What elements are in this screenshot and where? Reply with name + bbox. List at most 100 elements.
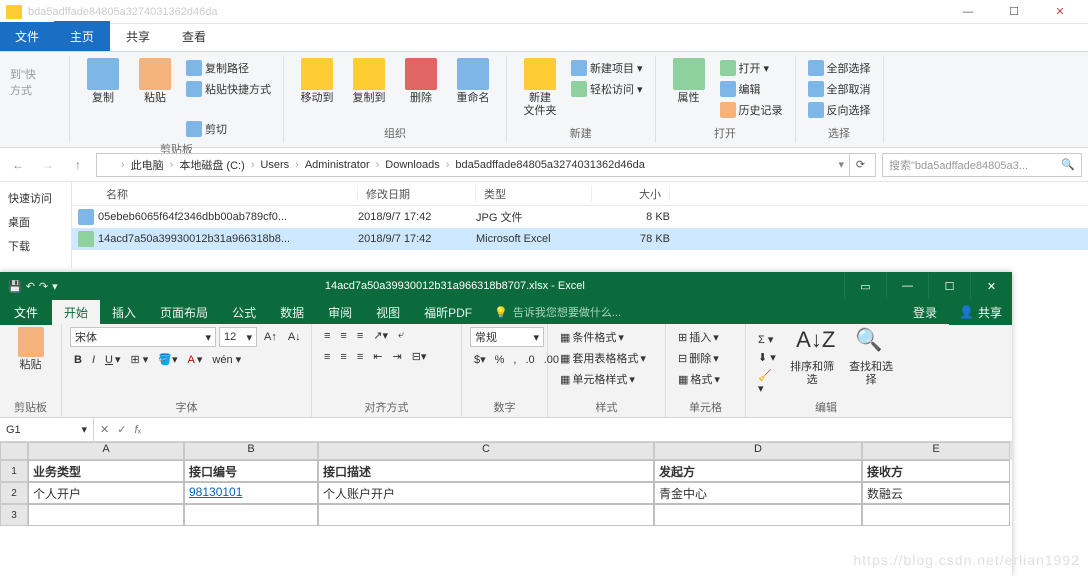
new-item-button[interactable]: 新建项目 ▾: [569, 58, 645, 78]
close-button[interactable]: ✕: [970, 273, 1012, 299]
col-header[interactable]: A: [28, 442, 184, 460]
undo-icon[interactable]: ↶: [26, 280, 35, 293]
rename-button[interactable]: 重命名: [450, 58, 496, 105]
cond-format[interactable]: ▦ 条件格式 ▾: [556, 327, 650, 347]
number-format[interactable]: 常规▾: [470, 327, 544, 347]
align-right[interactable]: ≡: [353, 348, 367, 365]
tab-view[interactable]: 视图: [364, 300, 412, 325]
fx-icon[interactable]: fₓ: [134, 424, 141, 436]
name-box[interactable]: G1▾: [0, 418, 94, 441]
cell[interactable]: [28, 504, 184, 526]
tab-file[interactable]: 文件: [0, 300, 52, 325]
cell-style[interactable]: ▦ 单元格样式 ▾: [556, 369, 650, 389]
select-all-cell[interactable]: [0, 442, 28, 460]
col-header[interactable]: C: [318, 442, 654, 460]
cell[interactable]: 个人开户: [28, 482, 184, 504]
nav-up[interactable]: ↑: [66, 153, 90, 177]
file-row[interactable]: 05ebeb6065f64f2346dbb00ab789cf0... 2018/…: [72, 206, 1088, 228]
cell[interactable]: [862, 504, 1010, 526]
cell[interactable]: 发起方: [654, 460, 862, 482]
font-combo[interactable]: 宋体▾: [70, 327, 216, 347]
bold-button[interactable]: B: [70, 351, 86, 368]
invert-select-button[interactable]: 反向选择: [806, 100, 873, 120]
edit-button[interactable]: 编辑: [718, 79, 785, 99]
col-date[interactable]: 修改日期: [358, 186, 476, 202]
cell[interactable]: 个人账户开户: [318, 482, 654, 504]
col-header[interactable]: D: [654, 442, 862, 460]
col-name[interactable]: 名称: [98, 186, 358, 202]
cell[interactable]: 数融云: [862, 482, 1010, 504]
copy-to-button[interactable]: 复制到: [346, 58, 392, 105]
breadcrumb-seg[interactable]: Administrator: [305, 159, 370, 171]
breadcrumb[interactable]: ›此电脑 ›本地磁盘 (C:) ›Users ›Administrator ›D…: [96, 153, 876, 177]
cell[interactable]: 接口描述: [318, 460, 654, 482]
cell[interactable]: 业务类型: [28, 460, 184, 482]
tab-foxit[interactable]: 福昕PDF: [412, 300, 484, 325]
tab-formula[interactable]: 公式: [220, 300, 268, 325]
row-header[interactable]: 2: [0, 482, 28, 504]
orientation[interactable]: ↗▾: [369, 327, 392, 344]
login-button[interactable]: 登录: [901, 300, 949, 325]
tab-share[interactable]: 共享: [110, 21, 166, 51]
min-button[interactable]: —: [886, 273, 928, 299]
paste-button[interactable]: 粘贴: [11, 327, 51, 372]
select-none-button[interactable]: 全部取消: [806, 79, 873, 99]
cell[interactable]: 青金中心: [654, 482, 862, 504]
grow-font[interactable]: A↑: [260, 327, 281, 347]
easy-access-button[interactable]: 轻松访问 ▾: [569, 79, 645, 99]
breadcrumb-seg[interactable]: Users: [260, 159, 289, 171]
italic-button[interactable]: I: [88, 351, 99, 368]
inc-dec[interactable]: .0: [521, 351, 538, 368]
wrap-text[interactable]: ⤶: [394, 327, 408, 344]
select-all-button[interactable]: 全部选择: [806, 58, 873, 78]
copy-button[interactable]: 复制: [80, 58, 126, 105]
paste-shortcut-button[interactable]: 粘贴快捷方式: [184, 79, 273, 99]
cell[interactable]: [184, 504, 318, 526]
align-bottom[interactable]: ≡: [353, 327, 367, 344]
row-header[interactable]: 3: [0, 504, 28, 526]
border-button[interactable]: ⊞ ▾: [127, 351, 153, 368]
currency[interactable]: $▾: [470, 351, 490, 368]
tab-view[interactable]: 查看: [166, 21, 222, 51]
sidebar-item-downloads[interactable]: 下载: [2, 234, 69, 258]
enter-icon[interactable]: ✓: [117, 423, 126, 436]
copy-path-button[interactable]: 复制路径: [184, 58, 273, 78]
fill-button[interactable]: 🪣▾: [154, 351, 181, 368]
search-input[interactable]: 搜索"bda5adffade84805a3... 🔍: [882, 153, 1082, 177]
paste-button[interactable]: 粘贴: [132, 58, 178, 105]
comma[interactable]: ,: [509, 351, 520, 368]
dedent[interactable]: ⇤: [369, 348, 386, 365]
delete-button[interactable]: 删除: [398, 58, 444, 105]
align-top[interactable]: ≡: [320, 327, 334, 344]
file-menu[interactable]: 文件: [0, 22, 54, 51]
cell[interactable]: 接口编号: [184, 460, 318, 482]
find-select[interactable]: 🔍查找和选择: [844, 327, 898, 387]
move-to-button[interactable]: 移动到: [294, 58, 340, 105]
tab-home[interactable]: 开始: [52, 300, 100, 325]
delete-cell[interactable]: ⊟ 删除 ▾: [674, 348, 724, 368]
cancel-icon[interactable]: ✕: [100, 423, 109, 436]
cut-button[interactable]: 剪切: [184, 119, 273, 139]
percent[interactable]: %: [491, 351, 509, 368]
max-button[interactable]: ☐: [992, 1, 1036, 23]
cell[interactable]: [654, 504, 862, 526]
tab-layout[interactable]: 页面布局: [148, 300, 220, 325]
nav-forward[interactable]: →: [36, 153, 60, 177]
format-cell[interactable]: ▦ 格式 ▾: [674, 369, 724, 389]
min-button[interactable]: —: [946, 1, 990, 23]
sort-filter[interactable]: A↓Z排序和筛选: [785, 327, 839, 387]
autosum[interactable]: Σ ▾: [754, 331, 780, 348]
indent[interactable]: ⇥: [388, 348, 405, 365]
max-button[interactable]: ☐: [928, 273, 970, 299]
tab-review[interactable]: 审阅: [316, 300, 364, 325]
refresh-button[interactable]: ⟳: [849, 154, 871, 176]
underline-button[interactable]: U ▾: [101, 351, 124, 368]
col-header[interactable]: E: [862, 442, 1010, 460]
col-size[interactable]: 大小: [592, 186, 670, 202]
history-button[interactable]: 历史记录: [718, 100, 785, 120]
sidebar-item-quick[interactable]: 快速访问: [2, 186, 69, 210]
properties-button[interactable]: 属性: [666, 58, 712, 105]
phonetic-button[interactable]: wén ▾: [208, 351, 245, 368]
tab-home[interactable]: 主页: [54, 21, 110, 51]
tab-insert[interactable]: 插入: [100, 300, 148, 325]
